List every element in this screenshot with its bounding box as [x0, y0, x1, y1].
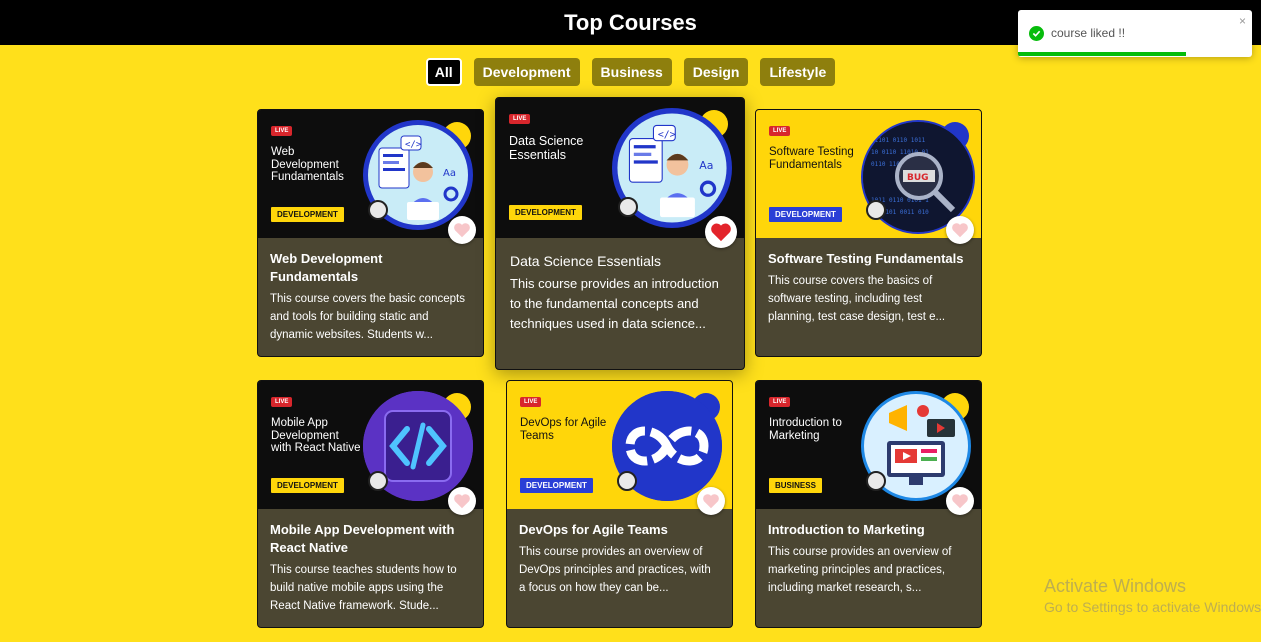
toast-progress-bar: [1018, 52, 1186, 56]
filter-development-button[interactable]: Development: [473, 58, 580, 86]
svg-text:</>: </>: [658, 129, 676, 140]
course-title[interactable]: Web Development Fundamentals: [270, 250, 471, 286]
course-description: This course covers the basic concepts an…: [270, 293, 465, 341]
heart-icon: [952, 223, 968, 238]
course-card[interactable]: LIVE Mobile App Development with React N…: [257, 380, 484, 628]
thumbnail-title: Web Development Fundamentals: [271, 146, 344, 183]
decor-circle: [368, 200, 388, 220]
category-badge: DEVELOPMENT: [769, 207, 842, 222]
thumbnail-title: Software Testing Fundamentals: [769, 146, 854, 171]
live-badge: LIVE: [271, 397, 293, 407]
course-description: This course teaches students how to buil…: [270, 564, 457, 612]
like-button[interactable]: [946, 216, 974, 244]
live-badge: LIVE: [769, 126, 791, 136]
course-card[interactable]: LIVE Software Testing Fundamentals DEVEL…: [755, 109, 982, 357]
heart-icon: [454, 494, 470, 509]
live-badge: LIVE: [271, 126, 293, 136]
like-button[interactable]: [697, 487, 725, 515]
course-card[interactable]: LIVE Data Science Essentials DEVELOPMENT…: [495, 97, 745, 370]
decor-circle: [866, 471, 886, 491]
decor-circle: [368, 471, 388, 491]
success-check-icon: [1029, 26, 1044, 41]
filter-all-button[interactable]: All: [425, 58, 462, 86]
page-title: Top Courses: [564, 9, 697, 35]
svg-text:BUG: BUG: [907, 173, 929, 183]
category-badge: DEVELOPMENT: [271, 478, 344, 493]
thumbnail-title: Introduction to Marketing: [769, 417, 842, 442]
category-badge: DEVELOPMENT: [271, 207, 344, 222]
course-thumbnail: LIVE Web Development Fundamentals DEVELO…: [258, 110, 483, 238]
svg-text:Aa: Aa: [699, 159, 713, 172]
heart-icon: [711, 223, 731, 242]
course-title[interactable]: Introduction to Marketing: [768, 521, 969, 539]
course-card[interactable]: LIVE DevOps for Agile Teams DEVELOPMENT …: [506, 380, 733, 628]
toast-notification[interactable]: course liked !! ×: [1018, 10, 1252, 57]
like-button[interactable]: [705, 216, 737, 248]
course-description: This course covers the basics of softwar…: [768, 275, 946, 323]
live-badge: LIVE: [509, 114, 531, 124]
svg-text:Aa: Aa: [443, 168, 456, 179]
live-badge: LIVE: [769, 397, 791, 407]
category-badge: BUSINESS: [769, 478, 822, 493]
course-description: This course provides an introduction to …: [510, 276, 719, 331]
filter-lifestyle-button[interactable]: Lifestyle: [760, 58, 836, 86]
toast-message: course liked !!: [1051, 26, 1126, 40]
course-description: This course provides an overview of mark…: [768, 546, 952, 594]
svg-text:01101 0110 1011: 01101 0110 1011: [871, 137, 926, 144]
decor-circle: [866, 200, 886, 220]
heart-icon: [703, 494, 719, 509]
filter-design-button[interactable]: Design: [683, 58, 749, 86]
thumbnail-title: Mobile App Development with React Native: [271, 417, 361, 454]
windows-activation-watermark: Activate Windows Go to Settings to activ…: [1044, 576, 1261, 615]
category-badge: DEVELOPMENT: [520, 478, 593, 493]
like-button[interactable]: [448, 487, 476, 515]
decor-circle: [617, 471, 637, 491]
decor-circle: [618, 197, 638, 217]
course-thumbnail: LIVE Software Testing Fundamentals DEVEL…: [756, 110, 981, 238]
category-badge: DEVELOPMENT: [509, 205, 582, 220]
watermark-title: Activate Windows: [1044, 576, 1187, 596]
heart-icon: [454, 223, 470, 238]
course-thumbnail: LIVE Data Science Essentials DEVELOPMENT…: [496, 98, 744, 238]
thumbnail-title: Data Science Essentials: [509, 134, 584, 162]
course-card[interactable]: LIVE Web Development Fundamentals DEVELO…: [257, 109, 484, 357]
course-thumbnail: LIVE DevOps for Agile Teams DEVELOPMENT: [507, 381, 732, 509]
filter-business-button[interactable]: Business: [591, 58, 672, 86]
heart-icon: [952, 494, 968, 509]
thumbnail-title: DevOps for Agile Teams: [520, 417, 607, 442]
toast-close-button[interactable]: ×: [1239, 14, 1246, 28]
course-title[interactable]: Software Testing Fundamentals: [768, 250, 969, 268]
course-title[interactable]: DevOps for Agile Teams: [519, 521, 720, 539]
course-thumbnail: LIVE Mobile App Development with React N…: [258, 381, 483, 509]
like-button[interactable]: [448, 216, 476, 244]
course-description: This course provides an overview of DevO…: [519, 546, 711, 594]
live-badge: LIVE: [520, 397, 542, 407]
svg-text:</>: </>: [405, 140, 422, 150]
course-thumbnail: LIVE Introduction to Marketing BUSINESS: [756, 381, 981, 509]
course-card[interactable]: LIVE Introduction to Marketing BUSINESS: [755, 380, 982, 628]
watermark-subtitle: Go to Settings to activate Windows.: [1044, 599, 1261, 615]
like-button[interactable]: [946, 487, 974, 515]
course-title[interactable]: Data Science Essentials: [510, 252, 730, 270]
course-title[interactable]: Mobile App Development with React Native: [270, 521, 471, 557]
category-filter-bar: All Development Business Design Lifestyl…: [0, 58, 1261, 86]
